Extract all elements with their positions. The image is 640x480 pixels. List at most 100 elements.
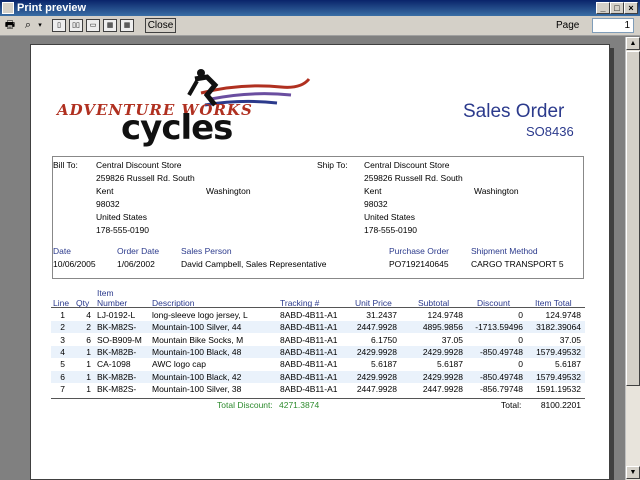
table-cell-subtotal: 2429.9928	[422, 371, 463, 382]
ship-to-name: Central Discount Store	[364, 160, 450, 170]
scroll-up-icon[interactable]: ▲	[626, 37, 640, 50]
table-cell-tracking: 8ABD-4B11-A1	[280, 334, 338, 345]
table-cell-subtotal: 4895.9856	[422, 322, 463, 333]
vertical-scrollbar[interactable]: ▲ ▼	[625, 37, 640, 480]
sales-person-label: Sales Person	[181, 246, 232, 256]
table-cell-item-total: 1591.19532	[536, 383, 581, 394]
table-cell-unit-price: 2429.9928	[356, 346, 397, 357]
table-cell-unit-price: 2447.9928	[356, 383, 397, 394]
table-cell-description: Mountain-100 Black, 42	[152, 371, 242, 382]
table-cell-subtotal: 37.05	[441, 334, 463, 345]
table-cell-item-total: 1579.49532	[536, 371, 581, 382]
document-title: Sales Order	[463, 101, 565, 122]
total-label: Total:	[501, 400, 522, 410]
close-button[interactable]: Close	[145, 18, 176, 33]
preview-page: ADVENTURE WORKS cycles Sales Order SO843…	[30, 44, 610, 480]
table-cell-item-total: 37.05	[559, 334, 581, 345]
ship-to-state: Washington	[474, 186, 519, 196]
table-cell-discount: 0	[518, 359, 523, 370]
scroll-thumb[interactable]	[626, 51, 640, 386]
table-cell-qty: 2	[86, 322, 91, 333]
table-cell-item: BK-M82B-	[97, 346, 137, 357]
table-cell-discount: -856.79748	[479, 383, 523, 394]
table-cell-item-total: 1579.49532	[536, 346, 581, 357]
table-cell-unit-price: 5.6187	[371, 359, 397, 370]
table-cell-qty: 1	[86, 383, 91, 394]
table-cell-discount: -850.49748	[479, 371, 523, 382]
table-cell-tracking: 8ABD-4B11-A1	[280, 371, 338, 382]
bill-to-zip: 98032	[96, 199, 120, 209]
table-cell-discount: -1713.59496	[475, 322, 523, 333]
bill-to-state: Washington	[206, 186, 251, 196]
table-cell-item: SO-B909-M	[97, 334, 142, 345]
one-page-icon[interactable]: ▯	[52, 19, 66, 32]
table-cell-line: 4	[60, 346, 65, 357]
table-cell-unit-price: 6.1750	[371, 334, 397, 345]
page-label: Page	[556, 20, 580, 31]
table-cell-item: BK-M82B-	[97, 371, 137, 382]
table-cell-tracking: 8ABD-4B11-A1	[280, 310, 338, 320]
table-cell-item: CA-1098	[97, 359, 131, 370]
document-number: SO8436	[526, 124, 574, 139]
title-bar: Print preview _ □ ×	[0, 0, 640, 16]
table-cell-description: long-sleeve logo jersey, L	[152, 310, 248, 320]
order-date-value: 1/06/2002	[117, 259, 155, 269]
table-cell-unit-price: 2447.9928	[356, 322, 397, 333]
ship-to-country: United States	[364, 212, 416, 222]
logo-cycles: cycles	[121, 108, 233, 148]
table-cell-subtotal: 2429.9928	[422, 346, 463, 357]
ship-to-phone: 178-555-0190	[364, 225, 417, 235]
app-icon	[2, 2, 14, 14]
table-cell-subtotal: 2447.9928	[422, 383, 463, 394]
toolbar: 🖶 ⌕ ▾ ▯ ▯▯ ▭ ▦ ▦ Close Page 1	[0, 16, 640, 36]
totals-divider	[51, 398, 585, 399]
two-pages-icon[interactable]: ▯▯	[69, 19, 83, 32]
table-cell-unit-price: 31.2437	[366, 310, 397, 320]
bill-to-name: Central Discount Store	[96, 160, 182, 170]
table-cell-tracking: 8ABD-4B11-A1	[280, 383, 338, 394]
table-cell-description: Mountain-100 Black, 48	[152, 346, 242, 357]
close-icon[interactable]: ×	[624, 2, 638, 14]
table-cell-line: 5	[60, 359, 65, 370]
header-divider	[51, 307, 585, 308]
table-cell-item-total: 124.9748	[545, 310, 581, 320]
purchase-order-value: PO7192140645	[389, 259, 449, 269]
table-cell-qty: 1	[86, 371, 91, 382]
table-cell-line: 7	[60, 383, 65, 394]
date-label: Date	[53, 246, 71, 256]
table-cell-description: AWC logo cap	[152, 359, 207, 370]
table-cell-line: 3	[60, 334, 65, 345]
table-cell-tracking: 8ABD-4B11-A1	[280, 346, 338, 357]
bill-to-phone: 178-555-0190	[96, 225, 149, 235]
table-cell-item: LJ-0192-L	[97, 310, 136, 320]
ship-to-street: 259826 Russell Rd. South	[364, 173, 463, 183]
ship-to-city: Kent	[364, 186, 382, 196]
order-date-label: Order Date	[117, 246, 160, 256]
maximize-icon[interactable]: □	[610, 2, 624, 14]
bill-to-street: 259826 Russell Rd. South	[96, 173, 195, 183]
four-pages-icon[interactable]: ▦	[103, 19, 117, 32]
zoom-dropdown-icon[interactable]: ▾	[36, 19, 44, 32]
minimize-icon[interactable]: _	[596, 2, 610, 14]
date-value: 10/06/2005	[53, 259, 96, 269]
scroll-down-icon[interactable]: ▼	[626, 466, 640, 479]
zoom-icon[interactable]: ⌕	[21, 19, 35, 32]
bill-to-country: United States	[96, 212, 148, 222]
table-cell-qty: 1	[86, 346, 91, 357]
table-cell-description: Mountain Bike Socks, M	[152, 334, 244, 345]
table-cell-discount: 0	[518, 310, 523, 320]
table-cell-line: 1	[60, 310, 65, 320]
table-cell-unit-price: 2429.9928	[356, 371, 397, 382]
six-pages-icon[interactable]: ▦	[120, 19, 134, 32]
table-cell-tracking: 8ABD-4B11-A1	[280, 322, 338, 333]
table-cell-qty: 1	[86, 359, 91, 370]
table-cell-item-total: 5.6187	[555, 359, 581, 370]
bill-to-city: Kent	[96, 186, 114, 196]
table-cell-description: Mountain-100 Silver, 44	[152, 322, 242, 333]
print-icon[interactable]: 🖶	[3, 19, 17, 32]
total-value: 8100.2201	[540, 400, 581, 410]
purchase-order-label: Purchase Order	[389, 246, 449, 256]
three-pages-icon[interactable]: ▭	[86, 19, 100, 32]
page-number-input[interactable]: 1	[592, 18, 634, 33]
table-cell-line: 2	[60, 322, 65, 333]
